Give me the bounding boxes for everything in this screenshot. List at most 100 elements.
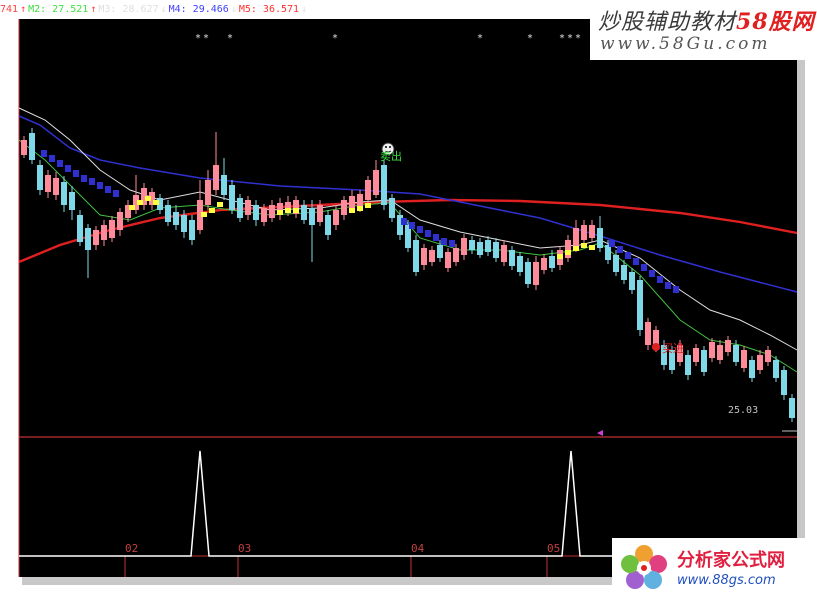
candle-body — [693, 348, 699, 362]
candle-body — [709, 342, 715, 358]
candle-body — [61, 182, 67, 205]
sell-label: 卖出 — [380, 149, 402, 163]
candle-body — [373, 170, 379, 195]
star-marker-icon: * — [227, 33, 233, 44]
candle-body — [717, 345, 723, 360]
candle-body — [541, 258, 547, 270]
trend-block — [57, 160, 63, 167]
candle-body — [381, 165, 387, 205]
smiley-eye — [385, 146, 387, 148]
candle-body — [437, 245, 443, 258]
candle-body — [365, 180, 371, 200]
trend-block — [665, 282, 671, 289]
candle-body — [333, 210, 339, 225]
candle-body — [325, 215, 331, 235]
candle-body — [429, 250, 435, 262]
trend-block — [609, 240, 615, 247]
candle-body — [477, 242, 483, 255]
candle-body — [621, 265, 627, 280]
star-marker-icon: * — [195, 33, 201, 44]
candle-body — [501, 245, 507, 262]
flower-logo-icon — [621, 545, 667, 589]
candle-body — [581, 225, 587, 240]
candle-body — [205, 180, 211, 205]
candle-body — [213, 165, 219, 190]
candle-body — [21, 140, 27, 155]
legend-item: M4: 29.466 — [168, 4, 229, 15]
legend-item: 741 — [0, 4, 19, 15]
candle-body — [605, 245, 611, 260]
candle-body — [469, 240, 475, 250]
candle-body — [589, 225, 595, 238]
candle-body — [637, 280, 643, 330]
trend-block — [657, 276, 663, 283]
ma-green-line — [18, 139, 798, 373]
candle-body — [565, 240, 571, 258]
trend-block — [105, 186, 111, 193]
trend-block — [41, 150, 47, 157]
legend-arrow-icon: ↓ — [301, 4, 308, 15]
candle-body — [77, 215, 83, 242]
trend-block — [441, 238, 447, 245]
candle-body — [53, 178, 59, 195]
trend-block — [433, 234, 439, 241]
candle-body — [357, 194, 363, 206]
candle-body — [517, 256, 523, 272]
magenta-marker-icon — [597, 430, 603, 436]
signal-block — [293, 208, 299, 213]
candle-body — [789, 398, 795, 418]
candle-body — [741, 350, 747, 368]
trend-block — [641, 264, 647, 271]
candle-body — [29, 133, 35, 160]
legend-arrow-icon: ↑ — [90, 4, 97, 15]
signal-block — [349, 208, 355, 213]
candle-body — [45, 175, 51, 192]
candle-body — [245, 200, 251, 215]
star-marker-icon: * — [567, 33, 573, 44]
star-marker-icon: * — [203, 33, 209, 44]
candle-body — [261, 208, 267, 222]
candle-body — [749, 360, 755, 378]
candle-body — [173, 212, 179, 225]
candle-body — [613, 255, 619, 272]
candle-body — [189, 220, 195, 240]
legend-arrow-icon: ↑ — [20, 4, 27, 15]
candle-body — [597, 228, 603, 248]
x-axis-label: 02 — [125, 542, 139, 555]
trend-block — [113, 190, 119, 197]
candle-body — [685, 355, 691, 375]
signal-block — [565, 250, 571, 255]
candle-body — [533, 262, 539, 285]
star-marker-icon: * — [575, 33, 581, 44]
candle-body — [181, 215, 187, 232]
signal-block — [357, 206, 363, 211]
watermark-url: www.88gs.com — [677, 573, 776, 588]
candle-body — [309, 208, 315, 225]
buy-dot-icon — [652, 343, 660, 351]
candle-body — [413, 240, 419, 272]
trend-block — [97, 182, 103, 189]
smiley-eye — [389, 146, 391, 148]
candle-body — [421, 248, 427, 265]
candle-body — [781, 370, 787, 395]
candle-body — [229, 185, 235, 210]
signal-block — [277, 210, 283, 215]
candle-body — [485, 240, 491, 252]
star-marker-icon: * — [559, 33, 565, 44]
candle-body — [221, 175, 227, 195]
candle-body — [389, 198, 395, 218]
candle-body — [525, 262, 531, 284]
legend-item: M5: 36.571 — [238, 4, 300, 15]
candle-body — [93, 230, 99, 245]
candlestick-chart[interactable]: * * * * * * * * *卖出买进 — [0, 0, 817, 598]
candle-body — [701, 350, 707, 372]
watermark-accent: 58股网 — [736, 9, 815, 35]
candle-body — [317, 205, 323, 222]
watermark-58gu: 炒股辅助教材58股网 www.58Gu.com — [590, 0, 817, 60]
indicator-legend: 741 ↑ M2: 27.521 ↑ M3: 28.627 ↓ M4: 29.466 ↓ M5:… — [0, 3, 309, 17]
candle-body — [101, 225, 107, 240]
trend-block — [449, 240, 455, 247]
signal-block — [581, 243, 587, 248]
trend-block — [49, 155, 55, 162]
watermark-title: 分析家公式网 — [677, 550, 785, 571]
